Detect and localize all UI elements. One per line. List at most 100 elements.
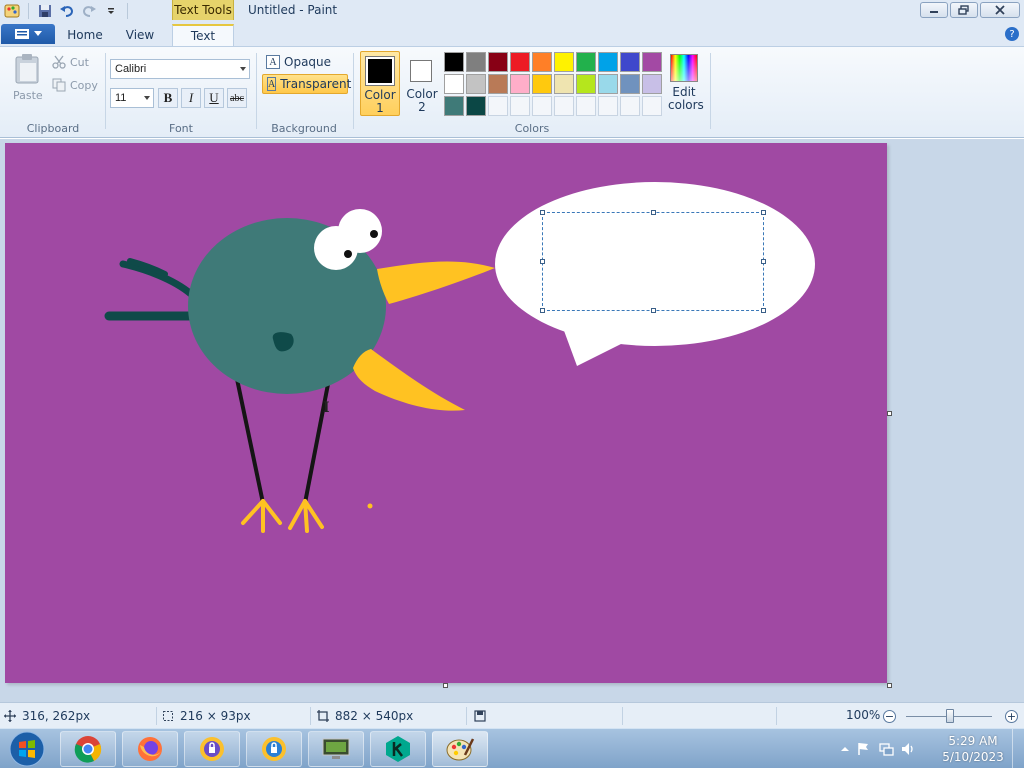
tab-view[interactable]: View: [118, 24, 162, 46]
cut-button[interactable]: Cut: [52, 53, 89, 71]
palette-swatch[interactable]: [444, 96, 464, 116]
zoom-slider-thumb[interactable]: [946, 709, 954, 723]
bold-button[interactable]: B: [158, 88, 178, 108]
transparent-button[interactable]: A Transparent: [262, 74, 352, 94]
palette-custom-slot[interactable]: [510, 96, 530, 116]
tab-text[interactable]: Text: [172, 24, 234, 46]
network-icon[interactable]: [878, 741, 894, 757]
window-title: Untitled - Paint: [248, 3, 338, 17]
palette-swatch[interactable]: [642, 74, 662, 94]
palette-swatch[interactable]: [510, 52, 530, 72]
canvas-resize-handle-bottom[interactable]: [443, 683, 448, 688]
palette-swatch[interactable]: [620, 52, 640, 72]
font-size-select[interactable]: 11: [110, 88, 154, 108]
clock-date: 5/10/2023: [942, 750, 1004, 764]
undo-icon[interactable]: [57, 2, 77, 20]
firefox-taskbar-button[interactable]: [122, 731, 178, 767]
restore-button[interactable]: [950, 2, 978, 18]
paint-taskbar-button[interactable]: [432, 731, 488, 767]
help-icon[interactable]: ?: [1005, 27, 1019, 41]
palette-swatch[interactable]: [444, 74, 464, 94]
palette-swatch[interactable]: [554, 74, 574, 94]
selection-size: 216 × 93px: [162, 703, 251, 729]
canvas-resize-handle-corner[interactable]: [887, 683, 892, 688]
copy-icon: [52, 78, 66, 92]
action-center-flag-icon[interactable]: [856, 741, 872, 757]
paste-button[interactable]: Paste: [13, 89, 43, 102]
resize-handle[interactable]: [761, 308, 766, 313]
save-icon[interactable]: [35, 2, 55, 20]
color-1-button[interactable]: Color 1: [360, 51, 400, 116]
palette-swatch[interactable]: [598, 52, 618, 72]
remote-desktop-taskbar-button[interactable]: [308, 731, 364, 767]
show-desktop-button[interactable]: [1012, 729, 1024, 768]
paste-icon[interactable]: [14, 53, 42, 85]
palette-custom-slot[interactable]: [620, 96, 640, 116]
opaque-button[interactable]: A Opaque: [262, 52, 335, 72]
windows-start-icon: [9, 731, 45, 767]
kaspersky-taskbar-button[interactable]: [370, 731, 426, 767]
palette-custom-slot[interactable]: [488, 96, 508, 116]
clock[interactable]: 5:29 AM 5/10/2023: [938, 733, 1008, 765]
drawing-canvas[interactable]: I: [5, 143, 887, 683]
italic-button[interactable]: I: [181, 88, 201, 108]
close-button[interactable]: [980, 2, 1020, 18]
show-hidden-icons-icon[interactable]: [840, 744, 850, 754]
palette-custom-slot[interactable]: [642, 96, 662, 116]
vpn-taskbar-button-2[interactable]: [246, 731, 302, 767]
palette-swatch[interactable]: [466, 74, 486, 94]
text-box-selection[interactable]: [540, 210, 766, 313]
palette-custom-slot[interactable]: [598, 96, 618, 116]
redo-icon[interactable]: [79, 2, 99, 20]
palette-swatch[interactable]: [510, 74, 530, 94]
start-button[interactable]: [4, 730, 50, 768]
tab-home[interactable]: Home: [62, 24, 108, 46]
resize-handle[interactable]: [761, 259, 766, 264]
customize-qat-chevron-icon[interactable]: [101, 2, 121, 20]
resize-handle[interactable]: [540, 210, 545, 215]
font-family-select[interactable]: Calibri: [110, 59, 250, 79]
zoom-out-button[interactable]: −: [883, 710, 896, 723]
palette-custom-slot[interactable]: [532, 96, 552, 116]
bird-lower-beak: [353, 349, 465, 411]
palette-custom-slot[interactable]: [554, 96, 574, 116]
vpn-taskbar-button[interactable]: [184, 731, 240, 767]
chrome-taskbar-button[interactable]: [60, 731, 116, 767]
palette-custom-slot[interactable]: [576, 96, 596, 116]
palette-swatch[interactable]: [598, 74, 618, 94]
palette-swatch[interactable]: [554, 52, 574, 72]
palette-swatch[interactable]: [642, 52, 662, 72]
minimize-button[interactable]: [920, 2, 948, 18]
color-2-swatch: [410, 60, 432, 82]
palette-swatch[interactable]: [620, 74, 640, 94]
resize-handle[interactable]: [540, 308, 545, 313]
resize-handle[interactable]: [540, 259, 545, 264]
zoom-in-button[interactable]: +: [1005, 710, 1018, 723]
paint-menu-button[interactable]: [1, 24, 55, 44]
taskbar: 5:29 AM 5/10/2023: [0, 728, 1024, 768]
palette-swatch[interactable]: [576, 74, 596, 94]
palette-swatch[interactable]: [444, 52, 464, 72]
edit-colors-button[interactable]: Edit colors: [668, 54, 704, 116]
canvas-workspace[interactable]: I: [0, 139, 1024, 702]
palette-swatch[interactable]: [466, 96, 486, 116]
transparent-label: Transparent: [280, 77, 352, 91]
palette-swatch[interactable]: [532, 74, 552, 94]
copy-button[interactable]: Copy: [52, 76, 98, 94]
volume-icon[interactable]: [900, 741, 916, 757]
resize-handle[interactable]: [761, 210, 766, 215]
strikethrough-button[interactable]: abc: [227, 88, 247, 108]
palette-swatch[interactable]: [466, 52, 486, 72]
selection-size-value: 216 × 93px: [180, 709, 251, 723]
canvas-resize-handle-right[interactable]: [887, 411, 892, 416]
paint-app-icon[interactable]: [2, 2, 22, 20]
resize-handle[interactable]: [651, 308, 656, 313]
underline-button[interactable]: U: [204, 88, 224, 108]
cursor-position-value: 316, 262px: [22, 709, 91, 723]
palette-swatch[interactable]: [488, 74, 508, 94]
palette-swatch[interactable]: [532, 52, 552, 72]
resize-handle[interactable]: [651, 210, 656, 215]
palette-swatch[interactable]: [576, 52, 596, 72]
palette-swatch[interactable]: [488, 52, 508, 72]
color-2-button[interactable]: Color 2: [403, 51, 441, 116]
